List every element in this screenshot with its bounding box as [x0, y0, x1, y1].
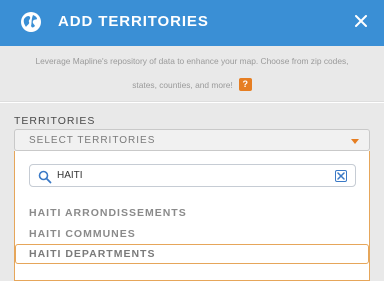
clear-search-icon[interactable] [335, 170, 347, 182]
intro-text: Leverage Mapline's repository of data to… [0, 46, 384, 102]
help-icon[interactable]: ? [238, 78, 252, 92]
search-input[interactable]: HAITI [57, 170, 83, 181]
territory-search-field[interactable]: HAITI [29, 164, 356, 187]
modal-title: ADD TERRITORIES [58, 13, 209, 30]
dropdown-option-haiti-arrondissements[interactable]: HAITI ARRONDISSEMENTS [15, 203, 369, 223]
select-placeholder: SELECT TERRITORIES [29, 135, 156, 146]
dropdown-option-haiti-departments[interactable]: HAITI DEPARTMENTS [15, 244, 369, 264]
globe-icon [20, 11, 42, 33]
intro-line-2-text: states, counties, and more! [132, 80, 233, 90]
close-icon[interactable] [350, 10, 372, 32]
territories-label: TERRITORIES [14, 115, 96, 127]
intro-line-1: Leverage Mapline's repository of data to… [35, 56, 349, 66]
territory-select[interactable]: SELECT TERRITORIES [14, 129, 370, 151]
territory-dropdown: HAITI HAITI ARRONDISSEMENTS HAITI COMMUN… [14, 151, 370, 281]
intro-line-2: states, counties, and more!? [0, 73, 384, 97]
dropdown-option-haiti-communes[interactable]: HAITI COMMUNES [15, 224, 369, 244]
chevron-down-icon[interactable] [351, 139, 359, 144]
search-icon [38, 170, 52, 184]
modal-header: ADD TERRITORIES [0, 0, 384, 46]
